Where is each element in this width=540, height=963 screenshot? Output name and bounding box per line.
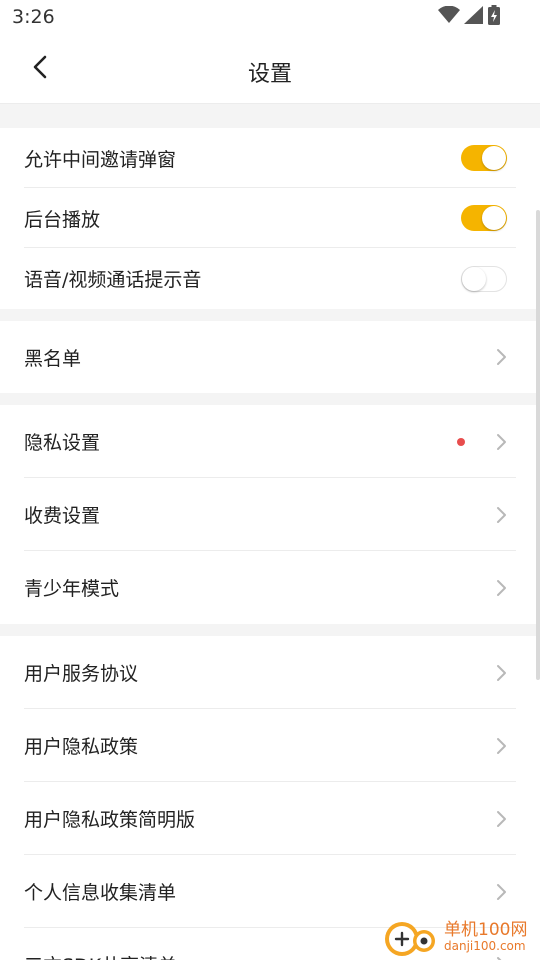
blacklist-label: 黑名单 <box>24 347 82 370</box>
call-sound-toggle[interactable] <box>461 265 507 292</box>
charge-settings-row[interactable]: 收费设置 <box>0 478 540 551</box>
policy-group: 用户服务协议 用户隐私政策 用户隐私政策简明版 个人信息收集清单 三方SDK共享… <box>0 636 540 960</box>
chevron-right-icon <box>494 505 508 525</box>
teen-mode-row[interactable]: 青少年模式 <box>0 551 540 624</box>
signal-icon <box>464 6 484 28</box>
watermark-logo-icon <box>380 915 440 959</box>
blacklist-group: 黑名单 <box>0 321 540 393</box>
chevron-right-icon <box>494 347 508 367</box>
service-agreement-label: 用户服务协议 <box>24 663 139 685</box>
chevron-right-icon <box>494 736 508 756</box>
privacy-settings-row[interactable]: 隐私设置 <box>0 405 540 478</box>
background-play-row: 后台播放 <box>0 188 540 248</box>
call-sound-label: 语音/视频通话提示音 <box>24 269 202 291</box>
privacy-policy-label: 用户隐私政策 <box>24 736 139 758</box>
privacy-policy-brief-label: 用户隐私政策简明版 <box>24 809 196 831</box>
toggle-knob <box>482 206 506 230</box>
status-icons <box>438 5 500 29</box>
settings-group: 隐私设置 收费设置 青少年模式 <box>0 405 540 624</box>
status-bar: 3:26 <box>0 0 540 36</box>
invite-popup-toggle[interactable] <box>461 145 507 171</box>
settings-list: 允许中间邀请弹窗 后台播放 语音/视频通话提示音 黑名单 隐私设置 收费设置 青… <box>0 104 540 960</box>
background-play-label: 后台播放 <box>24 208 101 231</box>
notification-dot <box>457 437 465 446</box>
battery-charging-icon <box>488 5 500 29</box>
status-time: 3:26 <box>12 6 55 28</box>
chevron-right-icon <box>494 663 508 683</box>
toggle-knob <box>482 146 506 170</box>
service-agreement-row[interactable]: 用户服务协议 <box>0 636 540 709</box>
toggle-knob <box>462 266 486 291</box>
privacy-policy-brief-row[interactable]: 用户隐私政策简明版 <box>0 782 540 855</box>
teen-mode-label: 青少年模式 <box>24 578 120 600</box>
charge-settings-label: 收费设置 <box>24 505 101 527</box>
chevron-right-icon <box>494 882 508 902</box>
watermark-title: 单机100网 <box>444 919 528 940</box>
watermark-url: danji100.com <box>444 938 526 953</box>
background-play-toggle[interactable] <box>461 205 507 231</box>
third-party-sdk-label: 三方SDK共享清单 <box>24 951 177 960</box>
personal-info-list-label: 个人信息收集清单 <box>24 882 177 904</box>
scrollbar[interactable] <box>536 210 540 680</box>
invite-popup-label: 允许中间邀请弹窗 <box>24 148 177 171</box>
wifi-icon <box>438 5 460 28</box>
blacklist-row[interactable]: 黑名单 <box>0 321 540 393</box>
chevron-right-icon <box>494 578 508 598</box>
toggle-group: 允许中间邀请弹窗 后台播放 语音/视频通话提示音 <box>0 128 540 309</box>
privacy-policy-row[interactable]: 用户隐私政策 <box>0 709 540 782</box>
chevron-right-icon <box>494 432 508 452</box>
chevron-right-icon <box>494 809 508 829</box>
page-title: 设置 <box>247 62 292 87</box>
invite-popup-row: 允许中间邀请弹窗 <box>0 128 540 188</box>
call-sound-row: 语音/视频通话提示音 <box>0 248 540 309</box>
privacy-settings-label: 隐私设置 <box>24 432 101 454</box>
watermark: 单机100网 danji100.com <box>380 914 540 960</box>
navigation-bar: 设置 <box>0 36 540 104</box>
